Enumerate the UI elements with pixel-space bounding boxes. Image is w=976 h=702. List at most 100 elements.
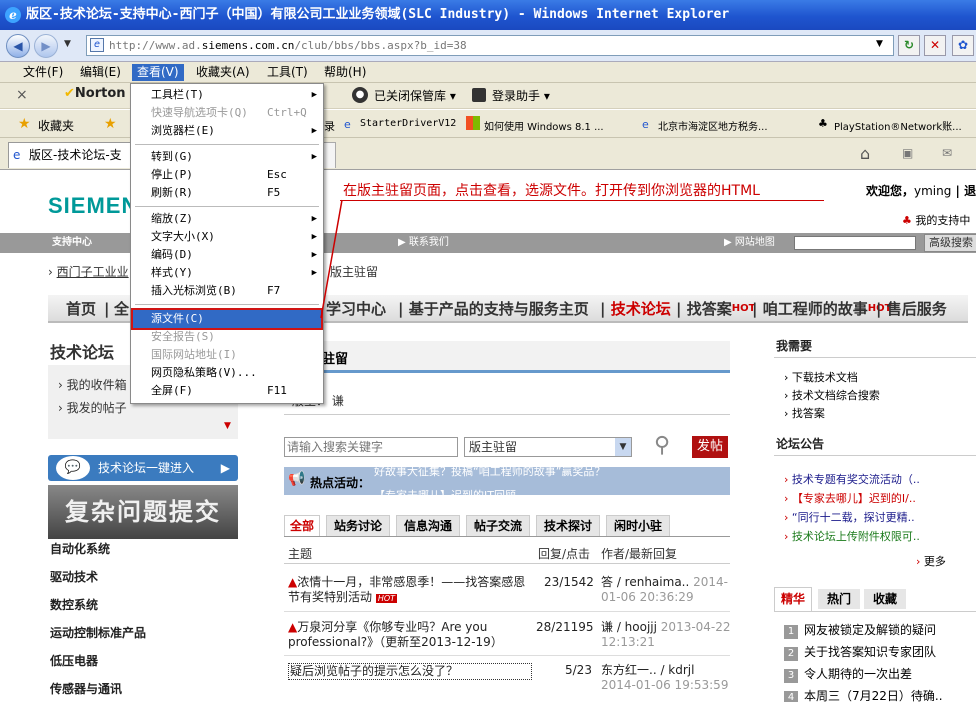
- notice-item[interactable]: › 技术论坛上传附件权限可..: [784, 528, 920, 544]
- add-favorite-icon[interactable]: ★: [104, 116, 117, 132]
- view-menu-go-to[interactable]: 转到(G) ▶: [133, 148, 321, 166]
- view-menu-toolbars[interactable]: 工具栏(T) ▶: [133, 86, 321, 104]
- view-menu-stop[interactable]: 停止(P) Esc: [133, 166, 321, 184]
- new-post-button[interactable]: 发帖: [692, 436, 728, 458]
- view-menu-refresh[interactable]: 刷新(R) F5: [133, 184, 321, 202]
- view-menu-explorer-bars[interactable]: 浏览器栏(E) ▶: [133, 122, 321, 140]
- row-author-name[interactable]: 谦 / hoojjj: [601, 620, 657, 634]
- more-link[interactable]: › 更多: [916, 553, 946, 569]
- address-dropdown-icon[interactable]: ▼: [876, 39, 883, 49]
- fav-item-1[interactable]: StarterDriverV12: [360, 118, 456, 129]
- home-icon[interactable]: ⌂: [860, 144, 870, 163]
- category-cnc[interactable]: 数控系统: [50, 596, 98, 613]
- address-input[interactable]: e http://www.ad.siemens.com.cn/club/bbs/…: [86, 35, 894, 56]
- hot-activity-line-2[interactable]: 【专家去哪儿】迟到的IT回顾: [374, 487, 516, 495]
- notice-item[interactable]: › 技术专题有奖交流活动（..: [784, 471, 920, 487]
- breadcrumb-link[interactable]: 西门子工业业: [57, 265, 129, 279]
- browser-tab[interactable]: e 版区-技术论坛-支: [8, 142, 138, 168]
- vault-button[interactable]: 已关闭保管库 ▾: [374, 87, 456, 104]
- tab-site-discussion[interactable]: 站务讨论: [326, 515, 390, 537]
- advanced-search-button[interactable]: 高级搜索: [924, 234, 976, 252]
- login-helper-button[interactable]: 登录助手 ▾: [492, 87, 550, 104]
- nav-product-support[interactable]: | 基于产品的支持与服务主页: [398, 295, 589, 321]
- tab-info-exchange[interactable]: 信息沟通: [396, 515, 460, 537]
- fav-item-4[interactable]: PlayStation®Network账...: [834, 118, 962, 133]
- sitemap-link[interactable]: ▶ 网站地图: [724, 233, 775, 253]
- right-tab-saved[interactable]: 收藏: [864, 589, 906, 609]
- menu-favorites[interactable]: 收藏夹(A): [191, 64, 255, 81]
- nav-after-sales[interactable]: | 售后服务: [876, 295, 947, 321]
- tab-tech-discussion[interactable]: 技术探讨: [536, 515, 600, 537]
- row-author-name[interactable]: 东方红一.. / kdrjl: [601, 663, 694, 677]
- category-motion[interactable]: 运动控制标准产品: [50, 624, 146, 641]
- norton-button[interactable]: ✔Norton: [64, 86, 126, 101]
- fav-item-3[interactable]: 北京市海淀区地方税务...: [658, 118, 768, 133]
- moderator-name[interactable]: 谦: [332, 394, 344, 408]
- refresh-icon[interactable]: ↻: [898, 35, 920, 56]
- menu-view[interactable]: 查看(V): [132, 64, 184, 81]
- search-icon[interactable]: ⚲: [654, 433, 670, 458]
- notice-item[interactable]: › “同行十二载，探讨更精..: [784, 509, 915, 525]
- featured-item[interactable]: 3 令人期待的一次出差: [784, 665, 912, 683]
- back-icon[interactable]: ◀: [6, 34, 30, 58]
- my-inbox-link[interactable]: › 我的收件箱: [58, 376, 127, 393]
- forum-search-input[interactable]: [284, 437, 458, 457]
- contact-link[interactable]: ▶ 联系我们: [398, 233, 449, 253]
- row-title[interactable]: 疑后浏览帖子的提示怎么没了？: [288, 663, 532, 680]
- history-dropdown-icon[interactable]: ▼: [64, 39, 71, 49]
- submit-question-banner[interactable]: 复杂问题提交: [48, 485, 238, 539]
- menu-help[interactable]: 帮助(H): [319, 64, 371, 81]
- hot-activity-line-1[interactable]: 好故事大征集？投稿“咱工程师的故事”赢奖品？: [374, 467, 605, 479]
- right-tab-hot[interactable]: 热门: [818, 589, 860, 609]
- tab-post-exchange[interactable]: 帖子交流: [466, 515, 530, 537]
- category-drives[interactable]: 驱动技术: [50, 568, 98, 585]
- nav-engineer[interactable]: | 咱工程师的故事HOT: [752, 295, 891, 321]
- nav-find-answer[interactable]: | 找答案HOT: [676, 295, 755, 321]
- board-select[interactable]: 版主驻留 ▼: [464, 437, 632, 457]
- nav-home[interactable]: 首页: [66, 295, 96, 321]
- right-tab-featured[interactable]: 精华: [774, 587, 812, 611]
- featured-item[interactable]: 4 本周三（7月22日）待确..: [784, 687, 943, 702]
- expand-icon[interactable]: ▼: [224, 421, 231, 431]
- menu-file[interactable]: 文件(F): [18, 64, 68, 81]
- view-menu-source[interactable]: 源文件(C): [131, 308, 323, 330]
- feeds-icon[interactable]: ▣: [902, 146, 913, 160]
- forward-icon[interactable]: ▶: [34, 34, 58, 58]
- menu-tools[interactable]: 工具(T): [262, 64, 313, 81]
- row-title[interactable]: ▲万泉河分享《你够专业吗？Are you professional?》（更新至2…: [288, 620, 532, 650]
- category-sensors[interactable]: 传感器与通讯: [50, 680, 122, 697]
- new-tab-button[interactable]: [322, 142, 336, 168]
- view-menu-style[interactable]: 样式(Y) ▶: [133, 264, 321, 282]
- nav-all[interactable]: 全: [114, 295, 129, 321]
- view-menu-encoding[interactable]: 编码(D) ▶: [133, 246, 321, 264]
- tab-all[interactable]: 全部: [284, 515, 320, 537]
- view-menu-zoom[interactable]: 缩放(Z) ▶: [133, 210, 321, 228]
- featured-item[interactable]: 2 关于找答案知识专家团队: [784, 643, 936, 661]
- favorites-button[interactable]: 收藏夹: [38, 117, 74, 134]
- site-search-input[interactable]: [794, 236, 916, 250]
- view-menu-fullscreen[interactable]: 全屏(F) F11: [133, 382, 321, 400]
- fav-item-2[interactable]: 如何使用 Windows 8.1 ...: [484, 118, 604, 133]
- category-low-voltage[interactable]: 低压电器: [50, 652, 98, 669]
- fav-item-0[interactable]: 录: [324, 118, 335, 134]
- my-posts-link[interactable]: › 我发的帖子: [58, 399, 127, 416]
- view-menu-text-size[interactable]: 文字大小(X) ▶: [133, 228, 321, 246]
- nav-forum[interactable]: | 技术论坛: [600, 295, 671, 321]
- enter-forum-button[interactable]: 💬 技术论坛一键进入 ▶: [48, 455, 238, 481]
- stop-icon[interactable]: ✕: [924, 35, 946, 56]
- featured-item[interactable]: 1 网友被锁定及解锁的疑问: [784, 621, 936, 639]
- need-link-download[interactable]: › 下载技术文档: [784, 369, 858, 385]
- row-author-name[interactable]: 答 / renhaima..: [601, 575, 689, 589]
- need-link-answer[interactable]: › 找答案: [784, 405, 825, 421]
- menu-edit[interactable]: 编辑(E): [75, 64, 126, 81]
- mail-icon[interactable]: ✉: [942, 146, 952, 160]
- category-automation[interactable]: 自动化系统: [50, 540, 110, 557]
- tab-leisure[interactable]: 闲时小驻: [606, 515, 670, 537]
- notice-item[interactable]: › 【专家去哪儿】迟到的I/..: [784, 490, 916, 506]
- view-menu-caret-browsing[interactable]: 插入光标浏览(B) F7: [133, 282, 321, 300]
- search-provider-icon[interactable]: ✿: [952, 35, 974, 56]
- my-support-link[interactable]: ♣ 我的支持中: [902, 212, 970, 228]
- view-menu-privacy[interactable]: 网页隐私策略(V)...: [133, 364, 321, 382]
- support-center-link[interactable]: 支持中心: [52, 233, 92, 253]
- user-name[interactable]: yming: [914, 184, 951, 198]
